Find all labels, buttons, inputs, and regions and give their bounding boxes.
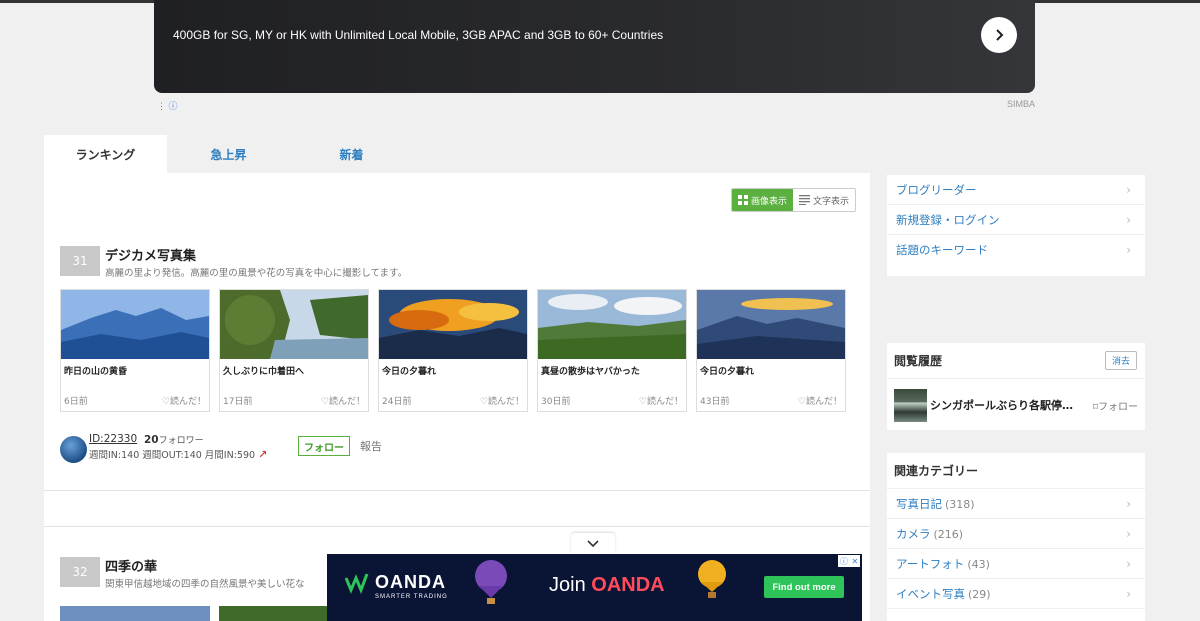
blog-meta: ID:22330 20フォロワー 週間IN:140 週間OUT:140 月間IN… — [60, 433, 854, 463]
history-thumbnail — [894, 389, 927, 422]
heart-icon: ♡ — [479, 397, 488, 407]
article-photo[interactable] — [60, 606, 210, 621]
ad-strip: ⋮ ⓘ SIMBA — [154, 96, 1035, 112]
chevron-right-icon: › — [1126, 586, 1131, 601]
article-photo — [220, 290, 368, 359]
article-card[interactable]: 真昼の散歩はヤバかった 30日前 ♡読んだ！ — [537, 289, 687, 412]
read-button[interactable]: ♡読んだ！ — [480, 394, 524, 407]
chevron-right-icon: › — [1126, 496, 1131, 511]
divider — [44, 526, 870, 527]
trend-up-icon: ↗ — [258, 448, 268, 461]
categories-heading: 関連カテゴリー — [887, 453, 1145, 489]
chevron-right-icon — [996, 29, 1004, 41]
blog-description: 関東甲信越地域の四季の自然風景や美しい花な — [105, 579, 305, 590]
report-link[interactable]: 報告 — [360, 438, 382, 454]
sidebar-links: ブログリーダー › 新規登録・ログイン › 話題のキーワード › — [887, 175, 1145, 276]
ranking-entry: 31 デジカメ写真集 高麗の里より発信。高麗の里の風景や花の写真を中心に撮影して… — [60, 246, 854, 466]
divider — [44, 490, 870, 491]
heart-icon: ♡ — [320, 397, 329, 407]
text-view-button[interactable]: 文字表示 — [792, 189, 855, 211]
history-follow-button[interactable]: ⌑フォロー — [1093, 398, 1138, 413]
history-heading: 閲覧履歴 消去 — [887, 343, 1145, 379]
sidebar-item-blog-reader[interactable]: ブログリーダー › — [887, 175, 1145, 205]
ad-text: 400GB for SG, MY or HK with Unlimited Lo… — [173, 28, 664, 42]
read-button[interactable]: ♡読んだ！ — [798, 394, 842, 407]
ad-info-icon[interactable]: ⋮ ⓘ — [157, 99, 178, 112]
heart-icon: ♡ — [161, 397, 170, 407]
balloon-icon — [698, 560, 726, 598]
balloon-icon — [475, 560, 507, 604]
sidebar-item-register-login[interactable]: 新規登録・ログイン › — [887, 205, 1145, 235]
article-card[interactable]: 今日の夕暮れ 24日前 ♡読んだ！ — [378, 289, 528, 412]
category-item[interactable]: 写真日記 (318) › — [887, 489, 1145, 519]
related-categories: 関連カテゴリー 写真日記 (318) › カメラ (216) › アートフォト (43) ›… — [887, 453, 1145, 621]
read-button[interactable]: ♡読んだ！ — [321, 394, 365, 407]
ad-advertiser: SIMBA — [1006, 99, 1035, 109]
article-photo — [697, 290, 845, 359]
category-item[interactable]: イベント写真 (29) › — [887, 579, 1145, 609]
oanda-logo-icon — [345, 573, 369, 594]
category-item[interactable]: アートフォト (43) › — [887, 549, 1145, 579]
ad-collapse-button[interactable] — [571, 533, 615, 554]
tab-trending[interactable]: 急上昇 — [167, 135, 290, 173]
rank-badge: 31 — [60, 246, 100, 276]
sidebar-item-keywords[interactable]: 話題のキーワード › — [887, 235, 1145, 265]
article-card[interactable]: 昨日の山の黄昏 6日前 ♡読んだ！ — [60, 289, 210, 412]
chevron-right-icon: › — [1126, 182, 1131, 197]
chevron-right-icon: › — [1126, 212, 1131, 227]
blog-description: 高麗の里より発信。高麗の里の風景や花の写真を中心に撮影してます。 — [105, 268, 408, 279]
article-photo — [538, 290, 686, 359]
clear-history-button[interactable]: 消去 — [1104, 351, 1137, 370]
category-item[interactable]: カメラ (216) › — [887, 519, 1145, 549]
article-photo — [61, 290, 209, 359]
ranking-tabs: ランキング 急上昇 新着 — [44, 135, 870, 173]
blog-title[interactable]: デジカメ写真集 — [105, 245, 196, 264]
bottom-ad-banner[interactable]: OANDA SMARTER TRADING Join OANDA Find ou… — [327, 554, 862, 621]
ad-next-button[interactable] — [981, 17, 1017, 53]
read-button[interactable]: ♡読んだ！ — [162, 394, 206, 407]
chevron-right-icon: › — [1126, 556, 1131, 571]
chevron-down-icon — [587, 539, 599, 547]
top-ad-banner[interactable]: 400GB for SG, MY or HK with Unlimited Lo… — [154, 0, 1035, 93]
history-item[interactable]: シンガポールぶらり各駅停… ⌑フォロー — [887, 379, 1145, 429]
list-icon — [798, 195, 810, 205]
rank-badge: 32 — [60, 557, 100, 587]
find-out-more-button[interactable]: Find out more — [764, 576, 844, 598]
heart-icon: ♡ — [797, 397, 806, 407]
ad-headline: Join OANDA — [549, 574, 665, 596]
blog-title[interactable]: 四季の華 — [105, 557, 157, 575]
article-card[interactable]: 久しぶりに巾着田へ 17日前 ♡読んだ！ — [219, 289, 369, 412]
chevron-right-icon: › — [1126, 526, 1131, 541]
tab-new[interactable]: 新着 — [290, 135, 413, 173]
view-toggle: 画像表示 文字表示 — [730, 188, 856, 212]
avatar[interactable] — [60, 436, 87, 463]
history-box: 閲覧履歴 消去 シンガポールぶらり各駅停… ⌑フォロー — [887, 343, 1145, 430]
image-view-button[interactable]: 画像表示 — [731, 189, 793, 211]
heart-icon: ♡ — [638, 397, 647, 407]
grid-icon — [737, 195, 748, 205]
chevron-right-icon: › — [1126, 243, 1131, 257]
article-cards: 昨日の山の黄昏 6日前 ♡読んだ！ 久しぶりに巾着田へ 17日前 ♡読んだ！ 今… — [60, 289, 846, 412]
user-id-link[interactable]: ID:22330 — [89, 433, 137, 445]
history-title: シンガポールぶらり各駅停… — [930, 399, 1073, 412]
article-card[interactable]: 今日の夕暮れ 43日前 ♡読んだ！ — [696, 289, 846, 412]
access-stats: 週間IN:140 週間OUT:140 月間IN:590 ↗ — [89, 448, 268, 461]
tab-ranking[interactable]: ランキング — [44, 135, 167, 173]
article-photo — [379, 290, 527, 359]
follower-count: 20フォロワー — [144, 434, 204, 446]
ad-info-icon[interactable]: ⓘ ✕ — [838, 555, 860, 567]
read-button[interactable]: ♡読んだ！ — [639, 394, 683, 407]
follow-button[interactable]: フォロー — [298, 436, 350, 456]
